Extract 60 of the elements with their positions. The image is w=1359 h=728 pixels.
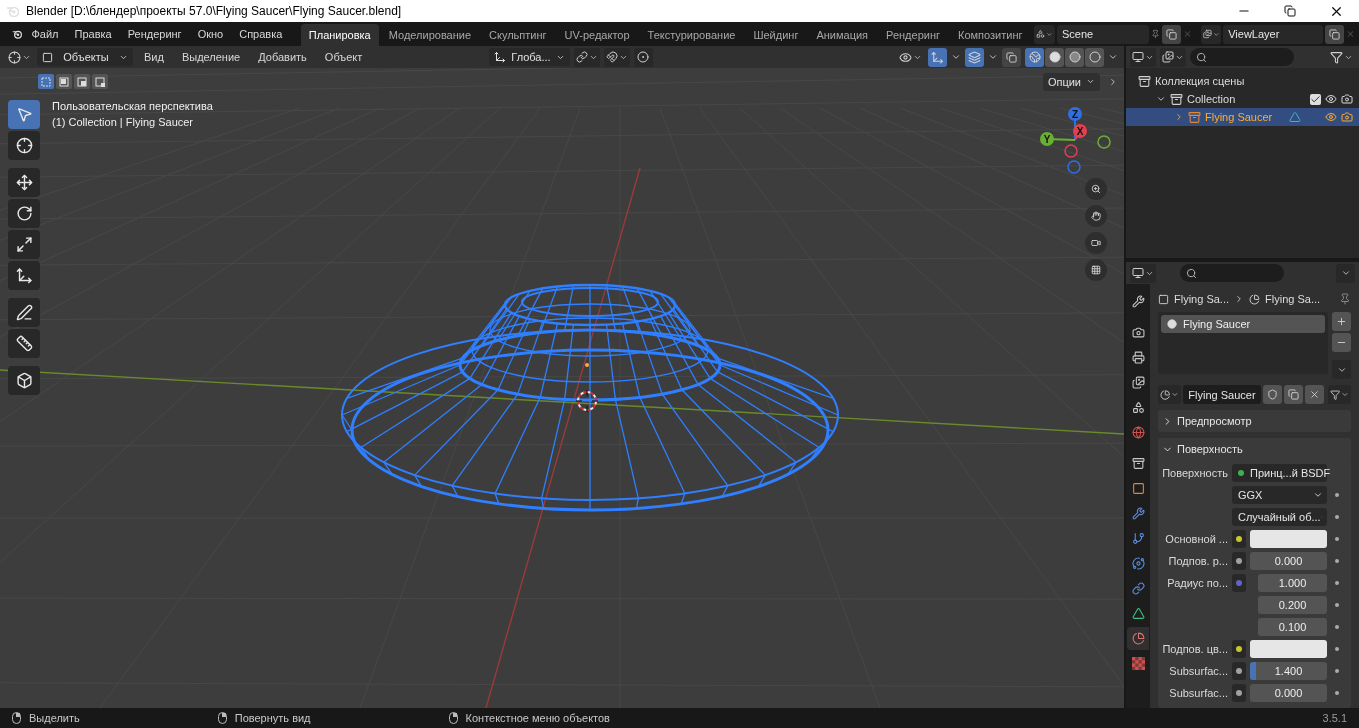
menu-item[interactable]: Файл bbox=[24, 26, 66, 42]
menu-item[interactable]: Выделение bbox=[174, 49, 248, 65]
outliner-row[interactable]: Коллекция сцены bbox=[1126, 72, 1359, 90]
outliner-row[interactable]: Flying Saucer bbox=[1126, 108, 1359, 126]
property-label: Основной ... bbox=[1164, 533, 1229, 545]
number-field[interactable]: 0.200 bbox=[1258, 596, 1327, 614]
menu-item[interactable]: Правка bbox=[67, 26, 119, 42]
property-label: Subsurfac... bbox=[1168, 665, 1229, 677]
workspace-tab[interactable]: Текстурирование bbox=[639, 24, 744, 46]
slider-value: 1.400 bbox=[1274, 665, 1303, 677]
outliner-label: Flying Saucer bbox=[1205, 111, 1274, 123]
options-dropdown[interactable]: Опции bbox=[1042, 72, 1100, 91]
axis-label: X bbox=[1076, 126, 1084, 137]
status-hint: Выделить bbox=[29, 712, 80, 724]
breadcrumb-item: Flying Sa... bbox=[1174, 293, 1230, 305]
workspace-tab[interactable]: Рендеринг bbox=[878, 24, 948, 46]
property-label: Подпов. р... bbox=[1167, 555, 1229, 567]
menu-item[interactable]: Вид bbox=[137, 49, 171, 65]
view-name: Пользовательская перспектива bbox=[52, 100, 214, 112]
workspace-tab[interactable]: Шейдинг bbox=[745, 24, 807, 46]
status-hint: Контекстное меню объектов bbox=[465, 712, 610, 724]
number-field[interactable]: 1.000 bbox=[1258, 574, 1327, 592]
mode-dropdown[interactable]: Объекты bbox=[37, 48, 133, 66]
outliner-label: Collection bbox=[1187, 93, 1237, 105]
collection-info: (1) Collection | Flying Saucer bbox=[52, 116, 195, 128]
material-name-field[interactable]: Flying Saucer bbox=[1183, 385, 1261, 404]
dropdown[interactable]: Случайный об... bbox=[1232, 508, 1327, 526]
status-hint: Повернуть вид bbox=[234, 712, 311, 724]
menu-item[interactable]: Рендеринг bbox=[120, 26, 189, 42]
menu-item[interactable]: Добавить bbox=[251, 49, 314, 65]
workspace-tab[interactable]: Моделирование bbox=[380, 24, 480, 46]
number-field[interactable]: 0.000 bbox=[1250, 552, 1327, 570]
material-slot[interactable]: Flying Saucer bbox=[1161, 315, 1325, 333]
number-field[interactable]: 0.100 bbox=[1258, 618, 1327, 636]
menu-item[interactable]: Объект bbox=[317, 49, 370, 65]
workspace-tab[interactable]: Скульптинг bbox=[481, 24, 555, 46]
workspace-tab[interactable]: Планировка bbox=[300, 24, 379, 46]
scene-field[interactable]: Scene bbox=[1056, 24, 1150, 44]
property-label: Радиус по... bbox=[1166, 577, 1229, 589]
window-title: Blender [D:\блендер\проекты 57.0\Flying Saucer\Flying Saucer.blend] bbox=[26, 4, 403, 18]
property-label: Подпов. цв... bbox=[1161, 643, 1229, 655]
outliner-row[interactable]: Collection bbox=[1126, 90, 1359, 108]
navigation-gizmo[interactable]: Z X Y bbox=[1038, 100, 1118, 176]
dropdown[interactable]: GGX bbox=[1232, 486, 1327, 504]
orientation-dropdown[interactable]: Глоба... bbox=[489, 48, 570, 66]
property-label: Поверхность bbox=[1161, 467, 1229, 479]
workspace-tab[interactable]: Анимация bbox=[808, 24, 877, 46]
version-label: 3.5.1 bbox=[1322, 712, 1347, 724]
workspace-tab[interactable]: UV-редактор bbox=[556, 24, 638, 46]
axis-label: Y bbox=[1043, 134, 1051, 145]
property-label: Subsurfac... bbox=[1168, 687, 1229, 699]
outliner-label: Коллекция сцены bbox=[1155, 75, 1246, 87]
number-field[interactable]: 0.000 bbox=[1250, 684, 1327, 702]
menu-item[interactable]: Окно bbox=[190, 26, 231, 42]
breadcrumb-item: Flying Sa... bbox=[1265, 293, 1321, 305]
menu-item[interactable]: Справка bbox=[232, 26, 290, 42]
axis-label: Z bbox=[1071, 109, 1079, 120]
workspace-tab[interactable]: Композитинг bbox=[950, 24, 1031, 46]
slider-field[interactable]: 1.400 bbox=[1250, 662, 1327, 680]
view-layer-field[interactable]: ViewLayer bbox=[1223, 24, 1323, 44]
